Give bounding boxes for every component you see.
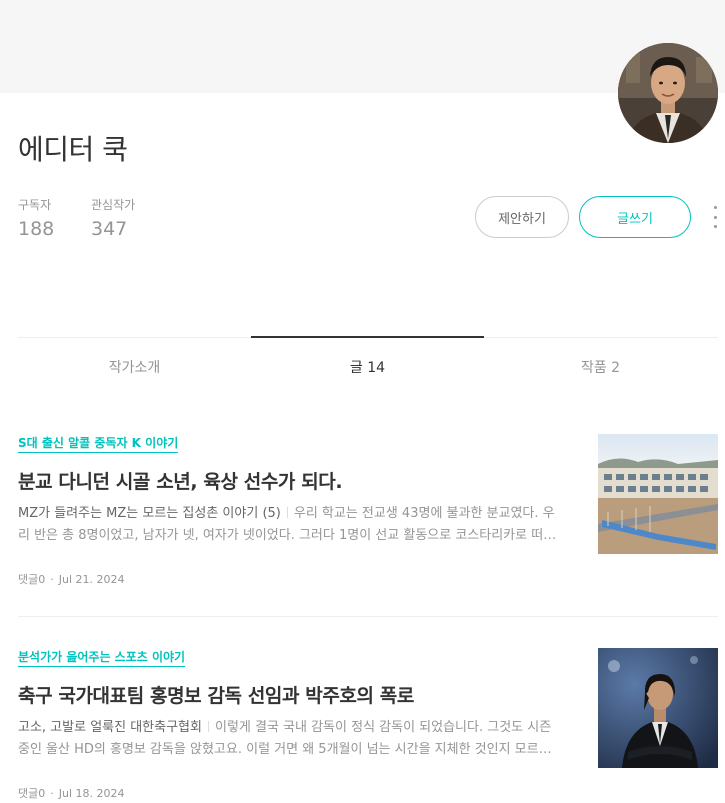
author-name: 에디터 쿡 <box>18 133 128 166</box>
profile-tabs: 작가소개 글 14 작품 2 <box>18 336 718 396</box>
suggest-button[interactable]: 제안하기 <box>475 196 569 238</box>
following-count[interactable]: 347 <box>91 218 135 240</box>
subscribers-count[interactable]: 188 <box>18 218 54 240</box>
meta-dot: · <box>50 787 54 800</box>
author-avatar[interactable] <box>618 43 718 143</box>
article-subtitle: MZ가 들려주는 MZ는 모르는 집성촌 이야기 (5) <box>18 506 281 521</box>
article-thumbnail[interactable] <box>598 648 718 768</box>
publish-date: Jul 18. 2024 <box>58 787 125 800</box>
more-dot <box>713 206 717 209</box>
tab-posts[interactable]: 글 14 <box>251 336 484 396</box>
article-meta: 댓글0 · Jul 18. 2024 <box>18 785 718 801</box>
avatar-image <box>618 43 718 143</box>
subscribers-stat[interactable]: 구독자 188 <box>18 196 54 240</box>
profile-cover <box>0 0 725 93</box>
divider <box>286 507 288 518</box>
tab-author-intro[interactable]: 작가소개 <box>18 338 251 396</box>
article-thumbnail[interactable] <box>598 434 718 554</box>
article-description: 고소, 고발로 얼룩진 대한축구협회 이렇게 결국 국내 감독이 정식 감독이 되… <box>18 717 558 761</box>
article-meta: 댓글0 · Jul 21. 2024 <box>18 571 718 587</box>
article-description: MZ가 들려주는 MZ는 모르는 집성촌 이야기 (5) 우리 학교는 전교생 4… <box>18 503 558 547</box>
tab-works[interactable]: 작품 2 <box>484 338 717 396</box>
coach-photo <box>598 648 718 768</box>
comment-count: 댓글0 <box>18 787 46 800</box>
write-button[interactable]: 글쓰기 <box>579 196 691 238</box>
comment-count: 댓글0 <box>18 573 46 586</box>
more-dot <box>713 225 717 228</box>
following-label: 관심작가 <box>91 198 136 212</box>
more-options-icon[interactable] <box>709 206 721 228</box>
article-item[interactable]: 분석가가 읊어주는 스포츠 이야기 축구 국가대표팀 홍명보 감독 선임과 박주… <box>18 646 718 803</box>
meta-dot: · <box>50 573 54 586</box>
divider <box>207 721 209 732</box>
magazine-link[interactable]: S대 출신 알콜 중독자 K 이야기 <box>18 434 179 453</box>
article-item[interactable]: S대 출신 알콜 중독자 K 이야기 분교 다니던 시골 소년, 육상 선수가 … <box>18 432 718 617</box>
school-field-photo <box>598 434 718 554</box>
publish-date: Jul 21. 2024 <box>58 573 125 586</box>
subscribers-label: 구독자 <box>18 198 52 212</box>
more-dot <box>713 215 717 219</box>
following-stat[interactable]: 관심작가 347 <box>91 196 135 240</box>
magazine-link[interactable]: 분석가가 읊어주는 스포츠 이야기 <box>18 648 186 667</box>
article-subtitle: 고소, 고발로 얼룩진 대한축구협회 <box>18 720 202 735</box>
